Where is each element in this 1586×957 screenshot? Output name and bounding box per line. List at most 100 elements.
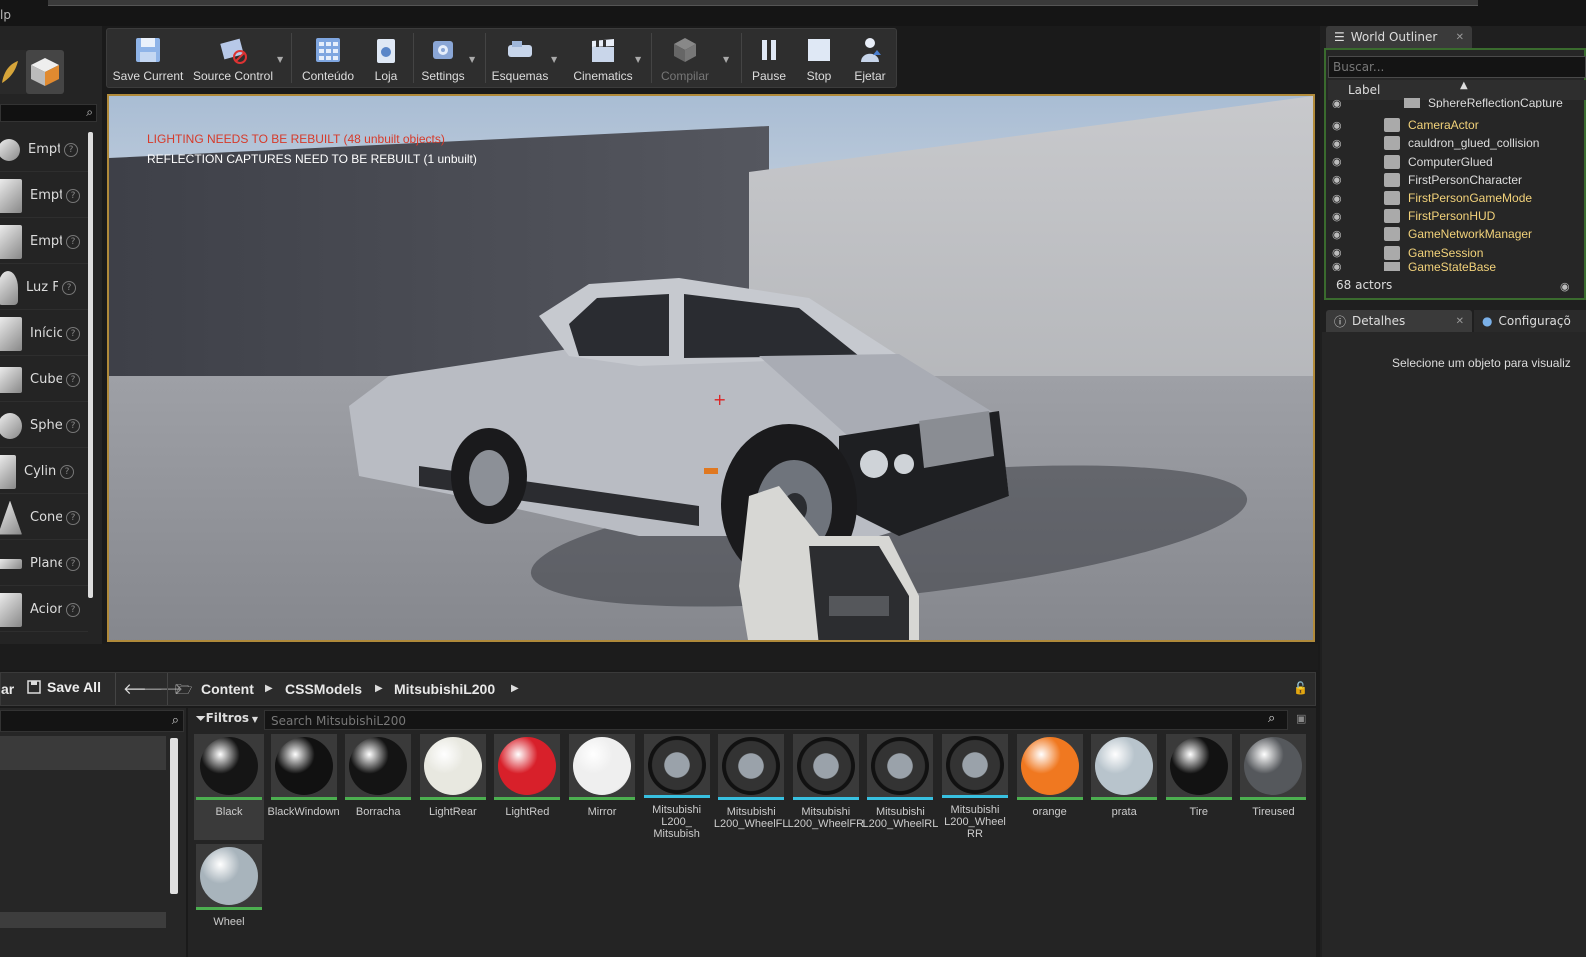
visibility-eye-icon[interactable]: ◉ [1332,98,1346,108]
asset-tile[interactable]: Mirror [567,734,637,840]
visibility-eye-icon[interactable]: ◉ [1332,192,1346,205]
outliner-row[interactable]: ◉ FirstPersonHUD [1328,207,1586,225]
help-icon[interactable]: ? [66,418,80,433]
filters-button[interactable]: ⏷Filtros ▼ [196,711,258,726]
asset-tile[interactable]: Borracha [343,734,413,840]
help-icon[interactable]: ? [66,556,80,571]
menu-help[interactable]: lp [0,8,11,22]
asset-search-input[interactable]: Search MitsubishiL200 [264,710,1288,730]
place-item[interactable]: Cube? [0,358,88,402]
close-icon[interactable]: ✕ [1456,32,1464,43]
place-search-input[interactable]: ⌕ [0,104,97,122]
outliner-row[interactable]: ◉ FirstPersonGameMode [1328,189,1586,207]
sources-scrollbar[interactable] [170,738,178,894]
outliner-row[interactable]: ◉ GameSession [1328,244,1586,262]
build-button[interactable]: Compilar [657,29,713,87]
eject-button[interactable]: Ejetar [847,29,893,87]
save-all-button[interactable]: Save All [27,679,101,695]
breadcrumb-mitsubishi[interactable]: MitsubishiL200 [394,681,495,697]
close-icon[interactable]: ✕ [1456,316,1464,327]
place-item[interactable]: Empt? [0,220,88,264]
cinematics-button[interactable]: Cinematics [567,29,639,87]
help-icon[interactable]: ? [66,602,80,617]
place-item[interactable]: Empt? [0,128,88,172]
visibility-eye-icon[interactable]: ◉ [1332,210,1346,223]
outliner-row[interactable]: ◉ GameNetworkManager [1328,225,1586,243]
asset-tile[interactable]: prata [1089,734,1159,840]
breadcrumb-chevron-icon[interactable]: ▶ [375,683,383,694]
asset-tile[interactable]: Mitsubishi L200_WheelFR [788,734,864,840]
visibility-eye-icon[interactable]: ◉ [1332,119,1346,132]
asset-tile[interactable]: Tireused [1238,734,1308,840]
source-control-dropdown[interactable]: ▼ [277,55,283,64]
asset-tile[interactable]: Mitsubishi L200_WheelRL [862,734,938,840]
stop-button[interactable]: Stop [797,29,841,87]
blueprints-dropdown[interactable]: ▼ [551,55,557,64]
place-list-scrollbar[interactable] [88,132,93,598]
source-control-button[interactable]: Source Control [191,29,275,87]
foliage-mode-tab[interactable] [0,50,28,94]
asset-tile[interactable]: Wheel [194,844,264,950]
asset-tile[interactable]: orange [1015,734,1085,840]
outliner-row[interactable]: ◉ ComputerGlued [1328,153,1586,171]
place-item[interactable]: Inícic? [0,312,88,356]
asset-tile[interactable]: LightRed [492,734,562,840]
asset-tile[interactable]: Mitsubishi L200_Wheel RR [940,734,1010,840]
outliner-column-header[interactable]: Label ▲ [1328,80,1586,100]
help-icon[interactable]: ? [66,326,80,341]
visibility-eye-icon[interactable]: ◉ [1332,262,1346,271]
asset-tile[interactable]: Mitsubishi L200_ Mitsubish [642,734,712,840]
place-item[interactable]: Cylin? [0,450,88,494]
help-icon[interactable]: ? [66,188,80,203]
sort-ascending-icon[interactable]: ▲ [1460,80,1468,91]
asset-tile[interactable]: Mitsubishi L200_WheelFL [714,734,789,840]
import-button-fragment[interactable]: ar [1,681,14,697]
save-current-button[interactable]: Save Current [111,29,185,87]
breadcrumb-cssmodels[interactable]: CSSModels [285,681,362,697]
visibility-eye-icon[interactable]: ◉ [1332,246,1346,259]
outliner-row[interactable]: ◉ cauldron_glued_collision [1328,134,1586,152]
pause-button[interactable]: Pause [747,29,791,87]
build-dropdown[interactable]: ▼ [723,55,729,64]
save-search-icon[interactable]: ▣ [1296,712,1306,725]
outliner-row[interactable]: ◉ FirstPersonCharacter [1328,171,1586,189]
place-mode-tab[interactable] [26,50,64,94]
breadcrumb-chevron-icon[interactable]: ▶ [265,683,273,694]
help-icon[interactable]: ? [64,142,78,157]
visibility-eye-icon[interactable]: ◉ [1332,137,1346,150]
lock-icon[interactable]: 🔓 [1293,681,1308,695]
outliner-row[interactable]: ◉ CameraActor [1328,116,1586,134]
help-icon[interactable]: ? [66,510,80,525]
visibility-eye-icon[interactable]: ◉ [1332,155,1346,168]
level-viewport[interactable]: LIGHTING NEEDS TO BE REBUILT (48 unbuilt… [107,94,1315,642]
tab-details[interactable]: ⓘ Detalhes ✕ [1326,310,1472,332]
asset-tile[interactable]: LightRear [418,734,488,840]
breadcrumb-chevron-icon[interactable]: ▶ [511,683,519,694]
settings-button[interactable]: Settings [417,29,469,87]
place-item[interactable]: Plane? [0,542,88,586]
tab-world-settings[interactable]: ● Configuraçõ [1474,310,1586,332]
visibility-eye-icon[interactable]: ◉ [1332,228,1346,241]
selected-folder-row[interactable] [0,736,166,770]
breadcrumb-content[interactable]: Content [201,681,254,697]
place-item[interactable]: Empt? [0,174,88,218]
visibility-eye-icon[interactable]: ◉ [1332,173,1346,186]
tab-world-outliner[interactable]: ☰ World Outliner ✕ [1326,26,1472,48]
asset-tile[interactable]: Black [194,734,264,840]
help-icon[interactable]: ? [66,372,80,387]
blueprints-button[interactable]: Esquemas [489,29,551,87]
help-icon[interactable]: ? [62,280,76,295]
place-item[interactable]: Sphe? [0,404,88,448]
sources-horizontal-scrollbar[interactable] [0,912,166,928]
folder-search-input[interactable]: ⌕ [0,710,184,732]
view-options-icon[interactable]: ◉ [1560,280,1570,293]
settings-dropdown[interactable]: ▼ [469,55,475,64]
asset-tile[interactable]: Tire [1164,734,1234,840]
marketplace-button[interactable]: Loja [363,29,409,87]
outliner-row[interactable]: ◉ GameStateBase [1328,262,1586,271]
asset-tile[interactable]: BlackWindown [268,734,340,840]
help-icon[interactable]: ? [66,234,80,249]
content-button[interactable]: Conteúdo [297,29,359,87]
help-icon[interactable]: ? [60,464,74,479]
cinematics-dropdown[interactable]: ▼ [635,55,641,64]
